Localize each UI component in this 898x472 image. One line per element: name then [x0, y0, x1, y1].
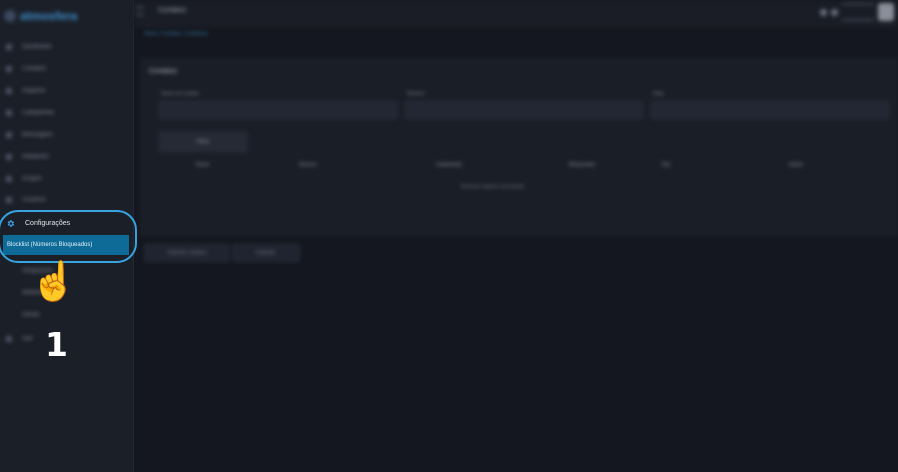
- sidebar-item-sends[interactable]: Disparos: [0, 82, 133, 100]
- sidebar-item-dashboard[interactable]: Dashboard: [0, 38, 133, 56]
- sidebar-item-label: Gerais: [22, 312, 40, 318]
- table-header: Número: [299, 162, 317, 168]
- logo-text: atmosfera: [20, 9, 78, 23]
- top-bar: Contatos: [134, 0, 898, 27]
- sidebar-item-groups[interactable]: Grupos: [0, 170, 133, 188]
- page-title: Contatos: [158, 7, 187, 14]
- table-header: Ações: [789, 162, 803, 168]
- avatar[interactable]: [878, 3, 894, 21]
- campaign-icon: [6, 110, 12, 116]
- notification-icon[interactable]: [820, 8, 827, 16]
- filter-button[interactable]: Filtrar: [159, 132, 247, 152]
- sidebar-item-users[interactable]: Usuários: [0, 191, 133, 209]
- contacts-icon: [6, 66, 12, 72]
- field-label: Data: [653, 91, 664, 97]
- breadcrumb[interactable]: Home / Contatos / Cadastrar: [144, 31, 208, 37]
- sidebar-item-label: Campanhas: [22, 110, 55, 116]
- blank-icon: [6, 290, 12, 296]
- sidebar-item-reports[interactable]: Relatórios: [0, 148, 133, 166]
- sidebar: atmosfera Dashboard Contatos Disparos Ca…: [0, 0, 134, 472]
- step-number: 1: [45, 325, 68, 364]
- user-info: [842, 3, 874, 21]
- gear-icon: [7, 219, 15, 227]
- sidebar-item-label: Dashboard: [22, 44, 52, 50]
- logo: atmosfera: [4, 6, 77, 26]
- table-header: Bloqueados: [569, 162, 596, 168]
- date-input[interactable]: [651, 101, 889, 119]
- pointing-hand-icon: ☝️: [30, 261, 78, 303]
- sidebar-item-label: Disparos: [22, 88, 46, 94]
- import-contacts-button[interactable]: Importar contatos: [144, 244, 230, 262]
- report-icon: [6, 154, 12, 160]
- submenu-item-general[interactable]: Gerais: [0, 306, 133, 324]
- export-button[interactable]: Exportar: [232, 244, 300, 262]
- sidebar-item-label: Mensagens: [22, 132, 54, 138]
- group-icon: [6, 176, 12, 182]
- dashboard-icon: [6, 44, 12, 50]
- contact-name-input[interactable]: [159, 101, 397, 119]
- send-icon: [6, 88, 12, 94]
- sidebar-item-label: Usuários: [22, 197, 46, 203]
- sidebar-item-label: Grupos: [22, 176, 42, 182]
- user-icon: [6, 197, 12, 203]
- table-header: Nome: [196, 162, 210, 168]
- sidebar-item-label: Relatórios: [22, 154, 50, 160]
- user-area: [820, 3, 894, 21]
- field-label: Nome do contato: [161, 91, 200, 97]
- settings-icon[interactable]: [831, 8, 838, 16]
- table-header: Cadastrado: [436, 162, 462, 168]
- settings-label: Configurações: [25, 219, 71, 227]
- contacts-panel: Contatos Nome do contato Número Data Fil…: [140, 58, 898, 236]
- submenu-item-blocklist[interactable]: Blocklist (Números Bloqueados): [3, 235, 129, 255]
- panel-title: Contatos: [149, 68, 178, 75]
- number-input[interactable]: [405, 101, 643, 119]
- field-label: Número: [407, 91, 425, 97]
- logo-icon: [4, 10, 16, 22]
- sidebar-item-settings[interactable]: Configurações: [0, 214, 133, 232]
- menu-toggle-icon[interactable]: [136, 7, 144, 15]
- sidebar-item-contacts[interactable]: Contatos: [0, 60, 133, 78]
- logout-icon: [6, 336, 12, 342]
- sidebar-item-messages[interactable]: Mensagens: [0, 126, 133, 144]
- empty-state: Nenhum registro encontrado: [461, 184, 525, 190]
- table-header: Tipo: [661, 162, 671, 168]
- message-icon: [6, 132, 12, 138]
- blank-icon: [6, 312, 12, 318]
- sidebar-item-campaigns[interactable]: Campanhas: [0, 104, 133, 122]
- sidebar-item-label: Sair: [22, 336, 33, 342]
- sidebar-item-label: Contatos: [22, 66, 47, 72]
- blank-icon: [6, 268, 12, 274]
